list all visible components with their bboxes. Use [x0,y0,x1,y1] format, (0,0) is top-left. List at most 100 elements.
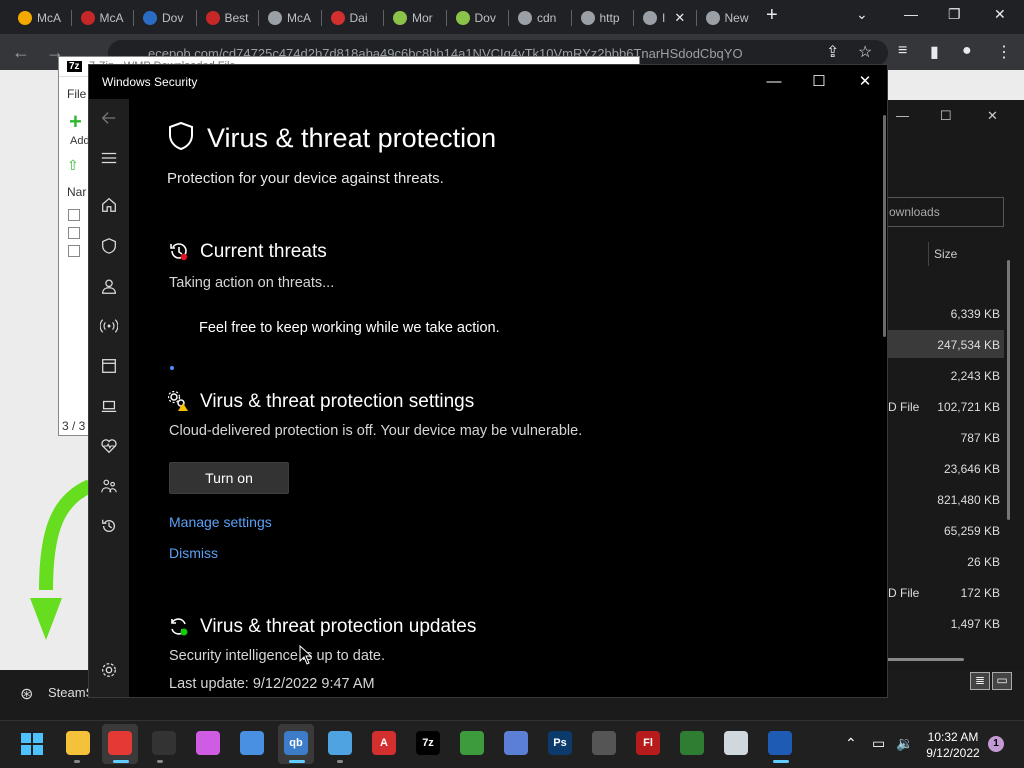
browser-tab[interactable]: I ✕ [637,6,691,30]
browser-tab[interactable]: McA [262,6,317,30]
download-row[interactable]: D File 102,721 KB [880,392,1004,420]
add-plus-icon[interactable]: + [69,109,82,135]
browser-tab[interactable]: Dov [450,6,502,30]
download-row[interactable]: 2,243 KB [880,361,1004,389]
browser-tab[interactable]: Best [200,6,255,30]
tab-search-icon[interactable]: ⌄ [856,6,868,23]
sevenzip-icon[interactable]: 7z [416,731,440,755]
bookmark-star-icon[interactable]: ☆ [858,42,872,62]
device-security-icon[interactable] [96,393,122,419]
close-button[interactable]: ✕ [850,71,880,93]
browser-tab[interactable]: cdn [512,6,562,30]
restore-button[interactable]: ❐ [948,6,961,23]
browser-tab[interactable]: http [575,6,626,30]
horizontal-scrollbar[interactable] [880,658,964,661]
photoshop-icon[interactable]: Ps [548,731,572,755]
browser-tab[interactable]: McA [12,6,67,30]
app-diamond-icon[interactable] [460,731,484,755]
list-view-icon[interactable]: ≣ [970,672,990,690]
shield-icon[interactable] [96,233,122,259]
download-row[interactable]: 247,534 KB [880,330,1004,358]
system-clock[interactable]: 10:32 AM 9/12/2022 [918,729,988,761]
browser-tab[interactable]: McA [75,6,130,30]
updates-heading: Virus & threat protection updates [200,616,477,637]
vertical-scrollbar[interactable] [1007,260,1010,520]
windows-security-icon[interactable] [768,731,792,755]
close-button[interactable]: ✕ [994,6,1006,23]
close-button[interactable]: ✕ [987,108,998,124]
minimize-button[interactable]: — [759,71,789,93]
network-icon[interactable] [96,313,122,339]
health-heart-icon[interactable] [96,433,122,459]
file-icon[interactable] [68,245,80,257]
file-explorer-icon[interactable] [66,731,90,755]
download-row[interactable]: D File 172 KB [880,578,1004,606]
linux-penguin-icon[interactable] [152,731,176,755]
settings-gear-icon[interactable] [96,657,122,683]
hamburger-menu-icon[interactable] [96,145,122,171]
network-tray-icon[interactable]: ▭ [872,735,885,752]
browser-tab[interactable]: New [700,6,755,30]
qbittorrent-icon[interactable]: qb [284,731,308,755]
minimize-button[interactable]: — [904,6,918,22]
kebab-menu-icon[interactable]: ⋮ [996,42,1012,62]
app-icon[interactable] [592,731,616,755]
back-arrow-icon[interactable] [96,105,122,131]
notification-badge[interactable]: 1 [988,736,1004,752]
manage-settings-link[interactable]: Manage settings [169,514,272,530]
download-row[interactable]: 1,497 KB [880,609,1004,637]
minimize-button[interactable]: — [896,108,909,123]
family-icon[interactable] [96,473,122,499]
app-diamond-icon[interactable] [504,731,528,755]
file-icon[interactable] [68,227,80,239]
dismiss-link[interactable]: Dismiss [169,545,218,561]
download-row[interactable]: 6,339 KB [880,299,1004,327]
side-panel-icon[interactable]: ▮ [930,42,939,62]
acrobat-icon[interactable]: A [372,731,396,755]
browser-globe-icon[interactable] [240,731,264,755]
maximize-button[interactable]: ☐ [804,71,834,93]
download-row[interactable]: 821,480 KB [880,485,1004,513]
profile-icon[interactable]: ● [962,42,972,60]
notepad-icon[interactable] [328,731,352,755]
browser-tab[interactable]: Dai [325,6,374,30]
photo-app-icon[interactable] [196,731,220,755]
downloads-search-input[interactable]: ownloads [880,197,1004,227]
sevenzip-name-column[interactable]: Nar [67,185,86,199]
app-leaf-icon[interactable] [680,731,704,755]
download-row[interactable]: 26 KB [880,547,1004,575]
history-icon[interactable] [96,513,122,539]
browser-tab[interactable]: Dov [137,6,189,30]
folder-up-icon[interactable]: ⇧ [67,157,79,174]
flash-icon[interactable]: Fl [636,731,660,755]
browser-tab[interactable]: Mor [387,6,439,30]
windows-start-icon[interactable] [21,733,43,755]
sevenzip-menu-file[interactable]: File [67,87,86,101]
media-icon[interactable]: ≡ [898,42,907,60]
download-row[interactable]: 65,259 KB [880,516,1004,544]
maximize-button[interactable]: ☐ [940,108,952,124]
account-icon[interactable] [96,273,122,299]
file-icon[interactable] [68,209,80,221]
home-icon[interactable] [96,192,122,218]
new-tab-button[interactable]: + [766,4,778,27]
column-divider[interactable] [928,242,929,266]
tile-view-icon[interactable]: ▭ [992,672,1012,690]
chrome-icon[interactable] [108,731,132,755]
volume-icon[interactable]: 🔉 [896,735,913,752]
tab-close-icon[interactable]: ✕ [674,10,685,26]
size-column-header[interactable]: Size [934,247,957,261]
turn-on-button[interactable]: Turn on [169,462,289,494]
share-icon[interactable]: ⇪ [826,42,839,62]
steam-icon[interactable]: ⊛ [20,684,33,704]
vertical-scrollbar[interactable] [883,115,886,337]
download-row[interactable]: 787 KB [880,423,1004,451]
title-bar[interactable]: Windows Security — ☐ ✕ [89,65,887,99]
app-arrow-icon[interactable] [724,731,748,755]
tray-overflow-chevron-icon[interactable]: ⌃ [845,735,857,752]
back-icon[interactable]: ← [12,42,30,63]
download-row[interactable]: 23,646 KB [880,454,1004,482]
sevenzip-add-label[interactable]: Add [70,135,90,147]
app-browser-icon[interactable] [96,353,122,379]
file-size: 247,534 KB [937,338,1000,352]
